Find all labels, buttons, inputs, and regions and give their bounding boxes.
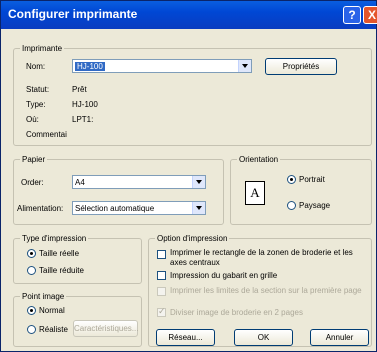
portrait-label[interactable]: Portrait [299,175,325,185]
paper-feed-dropdown[interactable]: Sélection automatique [72,201,206,215]
chevron-down-icon[interactable] [192,176,205,188]
properties-button[interactable]: Propriétés [265,58,337,75]
orientation-group-label: Orientation [237,154,281,165]
window-title: Configurer imprimante [8,7,138,21]
where-value: LPT1: [72,115,94,124]
normal-radio[interactable] [27,306,36,315]
option-grid-label[interactable]: Impression du gabarit en grille [170,271,277,281]
network-button[interactable]: Réseau... [156,329,215,346]
reduced-size-label[interactable]: Taille réduite [39,266,84,276]
landscape-radio[interactable] [287,201,296,210]
paper-group-label: Papier [20,154,48,165]
printer-name-dropdown[interactable]: HJ-100 [72,59,252,73]
reduced-size-radio[interactable] [27,266,36,275]
paper-order-value: A4 [75,178,85,187]
cancel-button[interactable]: Annuler [310,329,369,346]
option-rectangle-label[interactable]: Imprimer le rectangle de la zonen de bro… [170,248,366,268]
characteristics-button[interactable]: Caractéristiques... [73,320,138,337]
printer-setup-dialog: Configurer imprimante ? X Imprimante Nom… [0,0,377,352]
type-value: HJ-100 [72,100,98,109]
paper-group: Papier [13,154,224,225]
realistic-label[interactable]: Réaliste [39,325,68,335]
chevron-down-icon[interactable] [192,202,205,214]
chevron-down-icon[interactable] [238,60,251,72]
type-label: Type: [26,100,46,109]
option-rectangle-checkbox[interactable] [157,250,166,259]
realistic-radio[interactable] [27,325,36,334]
option-section-limits-label[interactable]: Imprimer les limites de la section sur l… [170,286,366,296]
option-section-limits-checkbox[interactable] [157,287,166,296]
where-label: Où: [26,115,39,124]
printer-group-label: Imprimante [20,43,65,54]
paper-feed-value: Sélection automatique [75,204,155,213]
portrait-radio[interactable] [287,175,296,184]
printer-name-label: Nom: [26,62,46,71]
print-type-group: Type d'impression [13,233,142,284]
paper-feed-label: Alimentation: [17,204,64,213]
paper-order-label: Order: [21,178,44,187]
close-button[interactable]: X [363,6,377,24]
status-label: Statut: [26,85,50,94]
option-split-checkbox[interactable] [157,306,166,317]
comment-label: Commentai [26,130,67,139]
option-split-label[interactable]: Diviser image de broderie en 2 pages [170,308,303,318]
option-grid-checkbox[interactable] [157,271,166,280]
normal-label[interactable]: Normal [39,306,65,316]
status-value: Prêt [72,85,87,94]
real-size-label[interactable]: Taille réelle [39,249,79,259]
title-bar[interactable]: Configurer imprimante ? X [1,1,377,29]
landscape-label[interactable]: Paysage [299,201,330,211]
help-button[interactable]: ? [343,6,361,24]
print-type-group-label: Type d'impression [20,233,89,244]
portrait-page-icon: A [245,181,265,205]
printer-name-value: HJ-100 [75,62,105,71]
paper-order-dropdown[interactable]: A4 [72,175,206,189]
real-size-radio[interactable] [27,249,36,258]
image-point-group-label: Point image [20,291,67,302]
ok-button[interactable]: OK [234,329,293,346]
print-options-group-label: Option d'impression [155,233,230,244]
